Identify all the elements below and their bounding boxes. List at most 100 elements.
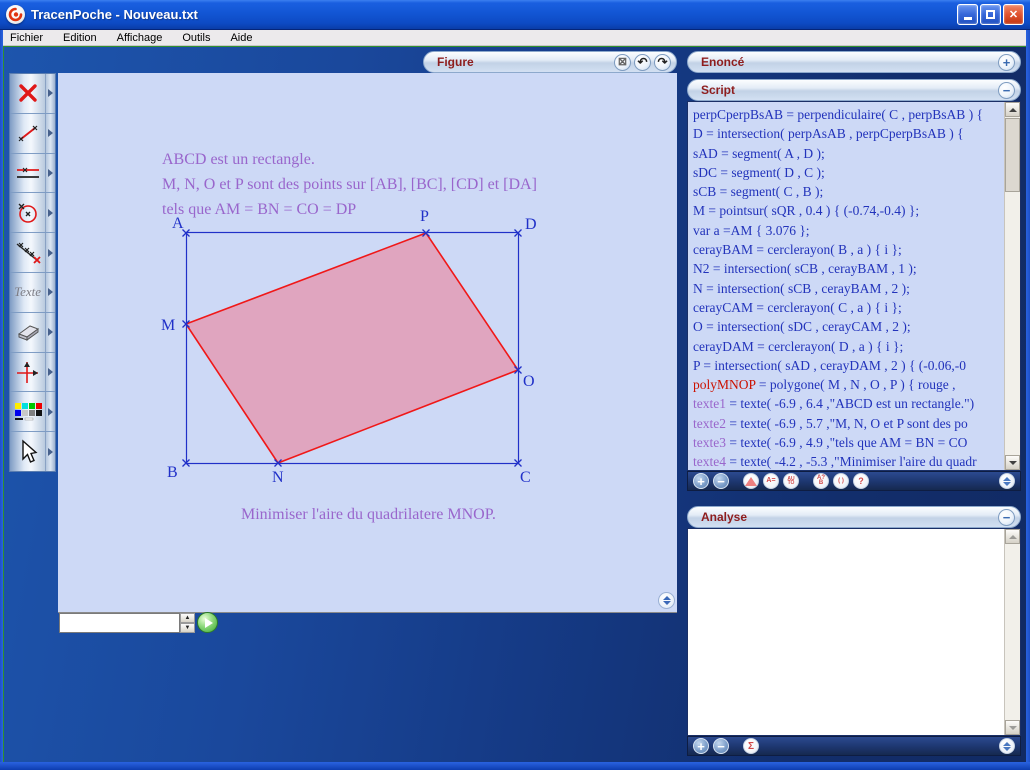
figure-canvas[interactable]: ABCDMNOPABCD est un rectangle.M, N, O et… — [58, 73, 677, 613]
menu-affichage[interactable]: Affichage — [107, 31, 173, 45]
analyse-editor[interactable] — [687, 528, 1021, 736]
script-line[interactable]: O = intersection( sDC , cerayCAM , 2 ); — [693, 317, 1004, 336]
script-line[interactable]: sAD = segment( A , D ); — [693, 144, 1004, 163]
script-line[interactable]: texte3 = texte( -6.9 , 4.9 ,"tels que AM… — [693, 433, 1004, 452]
enonce-expand-button[interactable]: + — [998, 54, 1015, 71]
circle-tool-flyout[interactable] — [45, 193, 55, 232]
remove-line-button[interactable]: − — [713, 473, 729, 489]
parentheses-button[interactable]: ( ) — [833, 473, 849, 489]
figure-resize-button[interactable] — [658, 592, 675, 609]
script-collapse-button[interactable]: − — [998, 82, 1015, 99]
text-tool[interactable]: Texte — [10, 273, 55, 313]
figure-redo-button[interactable]: ↷ — [654, 54, 671, 71]
point-label-M: M — [161, 317, 175, 334]
scroll-up-button[interactable] — [1005, 529, 1020, 544]
script-line[interactable]: cerayCAM = cerclerayon( C , a ) { i }; — [693, 298, 1004, 317]
eraser-tool[interactable] — [10, 313, 55, 353]
color-palette-tool[interactable] — [10, 392, 55, 432]
script-line[interactable]: N = intersection( sCB , cerayBAM , 2 ); — [693, 279, 1004, 298]
script-lines[interactable]: perpCperpBsAB = perpendiculaire( C , per… — [688, 102, 1004, 470]
analyse-resize-button[interactable] — [999, 738, 1015, 754]
triangle-button[interactable] — [743, 473, 759, 489]
script-line[interactable]: var a =AM { 3.076 }; — [693, 221, 1004, 240]
point-label-D: D — [525, 216, 537, 233]
parentheses-icon: ( ) — [835, 479, 847, 484]
enonce-panel-title: Enoncé — [701, 55, 995, 69]
analyse-collapse-button[interactable]: − — [998, 509, 1015, 526]
sigma-button[interactable]: Σ — [743, 738, 759, 754]
script-editor[interactable]: perpCperpBsAB = perpendiculaire( C , per… — [687, 101, 1021, 471]
remove-button[interactable]: − — [713, 738, 729, 754]
figure-undo-button[interactable]: ↶ — [634, 54, 651, 71]
a-arrow-b-button[interactable]: A?B — [813, 473, 829, 489]
analyse-scrollbar[interactable] — [1004, 529, 1020, 735]
script-line[interactable]: sDC = segment( D , C ); — [693, 163, 1004, 182]
segment-tool-flyout[interactable] — [45, 114, 55, 153]
script-line[interactable]: texte4 = texte( -4.2 , -5.3 ,"Minimiser … — [693, 452, 1004, 470]
add-line-button[interactable]: + — [693, 473, 709, 489]
text-tool-flyout[interactable] — [45, 273, 55, 312]
axes-tool[interactable] — [10, 353, 55, 393]
scroll-up-button[interactable] — [1005, 102, 1020, 117]
scroll-up-icon — [1009, 535, 1017, 539]
help-button[interactable]: ? — [853, 473, 869, 489]
script-panel-header: Script − — [687, 79, 1021, 101]
figure-panel-header: Figure ⊠ ↶ ↷ — [423, 51, 677, 73]
script-line[interactable]: M = pointsur( sQR , 0.4 ) { (-0.74,-0.4)… — [693, 201, 1004, 220]
a-equals-icon: A= — [765, 478, 777, 484]
script-line[interactable]: P = intersection( sAD , cerayDAM , 2 ) {… — [693, 356, 1004, 375]
line-tool[interactable] — [10, 154, 55, 194]
script-line[interactable]: cerayDAM = cerclerayon( D , a ) { i }; — [693, 337, 1004, 356]
window-title: TracenPoche - Nouveau.txt — [31, 7, 198, 22]
script-line[interactable]: D = intersection( perpAsAB , perpCperpBs… — [693, 124, 1004, 143]
script-line[interactable]: N2 = intersection( sCB , cerayBAM , 1 ); — [693, 259, 1004, 278]
circle-tool[interactable] — [10, 193, 55, 233]
pointer-tool-flyout[interactable] — [45, 432, 55, 471]
scroll-down-button[interactable] — [1005, 455, 1020, 470]
script-line[interactable]: perpCperpBsAB = perpendiculaire( C , per… — [693, 105, 1004, 124]
measure-transfer-tool[interactable] — [10, 233, 55, 273]
segment-icon — [15, 121, 41, 145]
line-icon — [15, 161, 41, 185]
script-line[interactable]: texte1 = texte( -6.9 , 6.4 ,"ABCD est un… — [693, 394, 1004, 413]
pointer-tool[interactable] — [10, 432, 55, 471]
scroll-down-button[interactable] — [1005, 720, 1020, 735]
measure-tool-flyout[interactable] — [45, 233, 55, 272]
resize-down-icon — [663, 601, 671, 605]
window-titlebar: TracenPoche - Nouveau.txt ✕ — [0, 0, 1030, 30]
figure-command-input[interactable] — [59, 613, 180, 633]
eraser-tool-flyout[interactable] — [45, 313, 55, 352]
flyout-arrow-icon — [48, 448, 53, 456]
point-tool[interactable] — [10, 74, 55, 114]
script-line[interactable]: cerayBAM = cerclerayon( B , a ) { i }; — [693, 240, 1004, 259]
segment-tool[interactable] — [10, 114, 55, 154]
script-line[interactable]: polyMNOP = polygone( M , N , O , P ) { r… — [693, 375, 1004, 394]
line-tool-flyout[interactable] — [45, 154, 55, 193]
close-button[interactable]: ✕ — [1003, 4, 1024, 25]
add-button[interactable]: + — [693, 738, 709, 754]
point-tool-flyout[interactable] — [45, 74, 55, 113]
maximize-button[interactable] — [980, 4, 1001, 25]
menu-edition[interactable]: Edition — [53, 31, 107, 45]
spinner-down-button[interactable]: ▼ — [180, 623, 195, 633]
script-line[interactable]: texte2 = texte( -6.9 , 5.7 ,"M, N, O et … — [693, 414, 1004, 433]
menu-fichier[interactable]: Fichier — [0, 31, 53, 45]
auto-button[interactable]: AU TO — [783, 473, 799, 489]
figure-expand-button[interactable]: ⊠ — [614, 54, 631, 71]
menu-aide[interactable]: Aide — [220, 31, 262, 45]
figure-panel-title: Figure — [437, 55, 611, 69]
polygon-MNOP — [186, 233, 518, 463]
axes-tool-flyout[interactable] — [45, 353, 55, 392]
script-resize-button[interactable] — [999, 473, 1015, 489]
script-line[interactable]: sCB = segment( C , B ); — [693, 182, 1004, 201]
execute-button[interactable] — [197, 612, 218, 633]
menu-outils[interactable]: Outils — [172, 31, 220, 45]
spinner-up-icon: ▲ — [185, 615, 191, 621]
minimize-button[interactable] — [957, 4, 978, 25]
spinner-up-button[interactable]: ▲ — [180, 613, 195, 623]
scroll-thumb[interactable] — [1005, 118, 1020, 192]
a-equals-button[interactable]: A= — [763, 473, 779, 489]
minus-icon: − — [1003, 84, 1011, 97]
script-scrollbar[interactable] — [1004, 102, 1020, 470]
palette-tool-flyout[interactable] — [45, 392, 55, 431]
